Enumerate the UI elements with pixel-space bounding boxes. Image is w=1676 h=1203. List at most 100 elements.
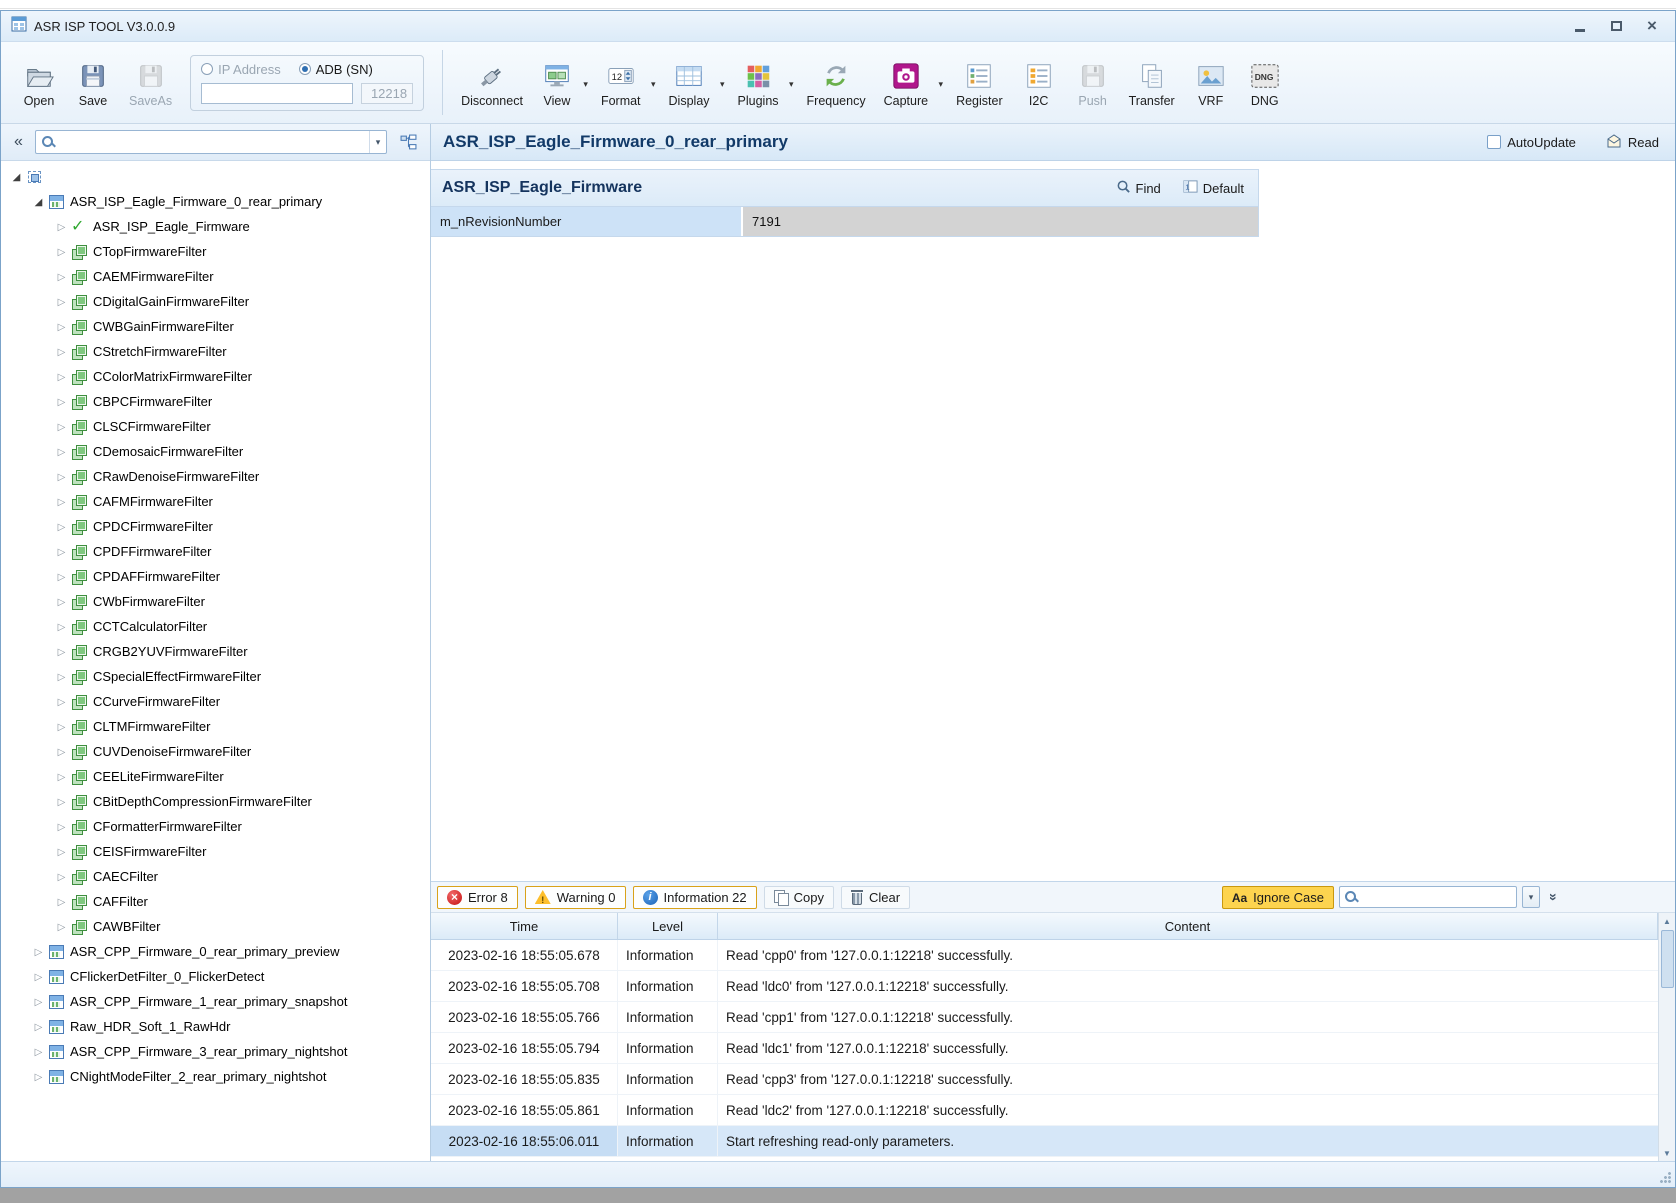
tree-item[interactable]: CStretchFirmwareFilter (1, 339, 430, 364)
frequency-button[interactable]: Frequency (799, 54, 874, 112)
close-button[interactable] (1643, 18, 1661, 34)
tree-item[interactable]: CDemosaicFirmwareFilter (1, 439, 430, 464)
ignore-case-toggle[interactable]: Ignore Case (1222, 886, 1334, 909)
tree-expander-icon[interactable] (54, 568, 69, 585)
tree-item[interactable]: CNightModeFilter_2_rear_primary_nightsho… (1, 1064, 430, 1089)
tree-item[interactable]: CUVDenoiseFirmwareFilter (1, 739, 430, 764)
display-button[interactable]: Display (661, 54, 728, 112)
tree-expander-icon[interactable] (54, 693, 69, 710)
tree-item[interactable]: CSpecialEffectFirmwareFilter (1, 664, 430, 689)
tree-item[interactable]: CWbFirmwareFilter (1, 589, 430, 614)
tree-item[interactable]: CTopFirmwareFilter (1, 239, 430, 264)
tree-expander-icon[interactable] (54, 868, 69, 885)
tree-expander-icon[interactable] (54, 643, 69, 660)
clear-button[interactable]: Clear (841, 886, 910, 909)
tree-expander-icon[interactable] (54, 918, 69, 935)
log-search-dropdown-arrow-icon[interactable] (1522, 886, 1540, 908)
tree-item[interactable]: CAECFilter (1, 864, 430, 889)
open-button[interactable]: Open (13, 54, 65, 112)
maximize-button[interactable] (1607, 18, 1625, 34)
tree-expander-icon[interactable] (9, 168, 24, 185)
tree-expander-icon[interactable] (54, 393, 69, 410)
column-header-content[interactable]: Content (718, 913, 1658, 939)
tree-expander-icon[interactable] (54, 218, 69, 235)
scroll-down-arrow[interactable] (1660, 1145, 1675, 1161)
tree-item[interactable]: CWBGainFirmwareFilter (1, 314, 430, 339)
tree-expander-icon[interactable] (54, 443, 69, 460)
tree-item[interactable]: CBPCFirmwareFilter (1, 389, 430, 414)
log-row[interactable]: 2023-02-16 18:55:05.835 Information Read… (431, 1064, 1658, 1095)
adb-sn-radio-circle[interactable] (299, 63, 311, 75)
find-button[interactable]: Find (1113, 177, 1164, 199)
tree-expander-icon[interactable] (54, 843, 69, 860)
tree-item[interactable]: CLSCFirmwareFilter (1, 414, 430, 439)
save-button[interactable]: Save (67, 54, 119, 112)
tree-item[interactable]: CBitDepthCompressionFirmwareFilter (1, 789, 430, 814)
view-dropdown-arrow-icon[interactable] (583, 74, 588, 92)
resize-grip[interactable] (1659, 1171, 1672, 1184)
display-dropdown-arrow-icon[interactable] (720, 74, 725, 92)
tree-expander-icon[interactable] (31, 943, 46, 960)
collapse-log-chevron-icon[interactable] (1545, 888, 1563, 906)
tree-item[interactable] (1, 164, 430, 189)
tree-expander-icon[interactable] (54, 518, 69, 535)
log-row[interactable]: 2023-02-16 18:55:05.678 Information Read… (431, 940, 1658, 971)
tree-expander-icon[interactable] (54, 543, 69, 560)
tree-expander-icon[interactable] (54, 743, 69, 760)
log-row[interactable]: 2023-02-16 18:55:05.861 Information Read… (431, 1095, 1658, 1126)
address-input[interactable] (201, 83, 353, 104)
log-row[interactable]: 2023-02-16 18:55:05.794 Information Read… (431, 1033, 1658, 1064)
tree-item[interactable]: CEELiteFirmwareFilter (1, 764, 430, 789)
minimize-button[interactable] (1571, 18, 1589, 34)
tree-expander-icon[interactable] (54, 768, 69, 785)
tree-expander-icon[interactable] (31, 1018, 46, 1035)
tree-expander-icon[interactable] (54, 293, 69, 310)
tree-expander-icon[interactable] (54, 368, 69, 385)
tree-item[interactable]: CRGB2YUVFirmwareFilter (1, 639, 430, 664)
tree-expander-icon[interactable] (54, 793, 69, 810)
tree-expander-icon[interactable] (54, 818, 69, 835)
tree-search-input[interactable] (60, 135, 364, 150)
tree-item[interactable]: ASR_ISP_Eagle_Firmware (1, 214, 430, 239)
tree-structure-button[interactable] (394, 129, 422, 155)
tree-expander-icon[interactable] (54, 593, 69, 610)
tree-expander-icon[interactable] (31, 1068, 46, 1085)
read-button[interactable]: Read (1602, 131, 1663, 154)
tree-item[interactable]: CAFMFirmwareFilter (1, 489, 430, 514)
tree-expander-icon[interactable] (54, 318, 69, 335)
log-row[interactable]: 2023-02-16 18:55:05.708 Information Read… (431, 971, 1658, 1002)
vrf-button[interactable]: VRF (1185, 54, 1237, 112)
tree-item[interactable]: ASR_CPP_Firmware_3_rear_primary_nightsho… (1, 1039, 430, 1064)
tree-expander-icon[interactable] (54, 618, 69, 635)
adb-sn-radio[interactable]: ADB (SN) (299, 62, 373, 77)
log-search-box[interactable] (1339, 886, 1517, 908)
tree-item[interactable]: CCurveFirmwareFilter (1, 689, 430, 714)
capture-button[interactable]: Capture (876, 54, 946, 112)
column-header-level[interactable]: Level (618, 913, 718, 939)
disconnect-button[interactable]: Disconnect (453, 54, 531, 112)
tree-item[interactable]: Raw_HDR_Soft_1_RawHdr (1, 1014, 430, 1039)
plugins-dropdown-arrow-icon[interactable] (789, 74, 794, 92)
search-dropdown-arrow-icon[interactable] (369, 131, 386, 153)
autoupdate-checkbox[interactable] (1487, 135, 1501, 149)
tree-item[interactable]: CPDFFirmwareFilter (1, 539, 430, 564)
tree-item[interactable]: CPDCFirmwareFilter (1, 514, 430, 539)
format-button[interactable]: 12 Format (593, 54, 659, 112)
capture-dropdown-arrow-icon[interactable] (939, 74, 944, 92)
column-header-time[interactable]: Time (431, 913, 618, 939)
tree-item[interactable]: CDigitalGainFirmwareFilter (1, 289, 430, 314)
tree-item[interactable]: CAFFilter (1, 889, 430, 914)
tree-expander-icon[interactable] (54, 268, 69, 285)
default-button[interactable]: 1 Default (1180, 177, 1247, 199)
tree-item[interactable]: CAEMFirmwareFilter (1, 264, 430, 289)
tree-expander-icon[interactable] (31, 968, 46, 985)
tree-item[interactable]: CRawDenoiseFirmwareFilter (1, 464, 430, 489)
transfer-button[interactable]: Transfer (1121, 54, 1183, 112)
dng-button[interactable]: DNG DNG (1239, 54, 1291, 112)
tree-item[interactable]: CPDAFFirmwareFilter (1, 564, 430, 589)
register-button[interactable]: Register (948, 54, 1011, 112)
tree-search-combobox[interactable] (35, 130, 387, 154)
tree-item[interactable]: ASR_CPP_Firmware_0_rear_primary_preview (1, 939, 430, 964)
error-filter-button[interactable]: Error 8 (437, 886, 518, 909)
autoupdate-checkbox-group[interactable]: AutoUpdate (1487, 135, 1576, 150)
